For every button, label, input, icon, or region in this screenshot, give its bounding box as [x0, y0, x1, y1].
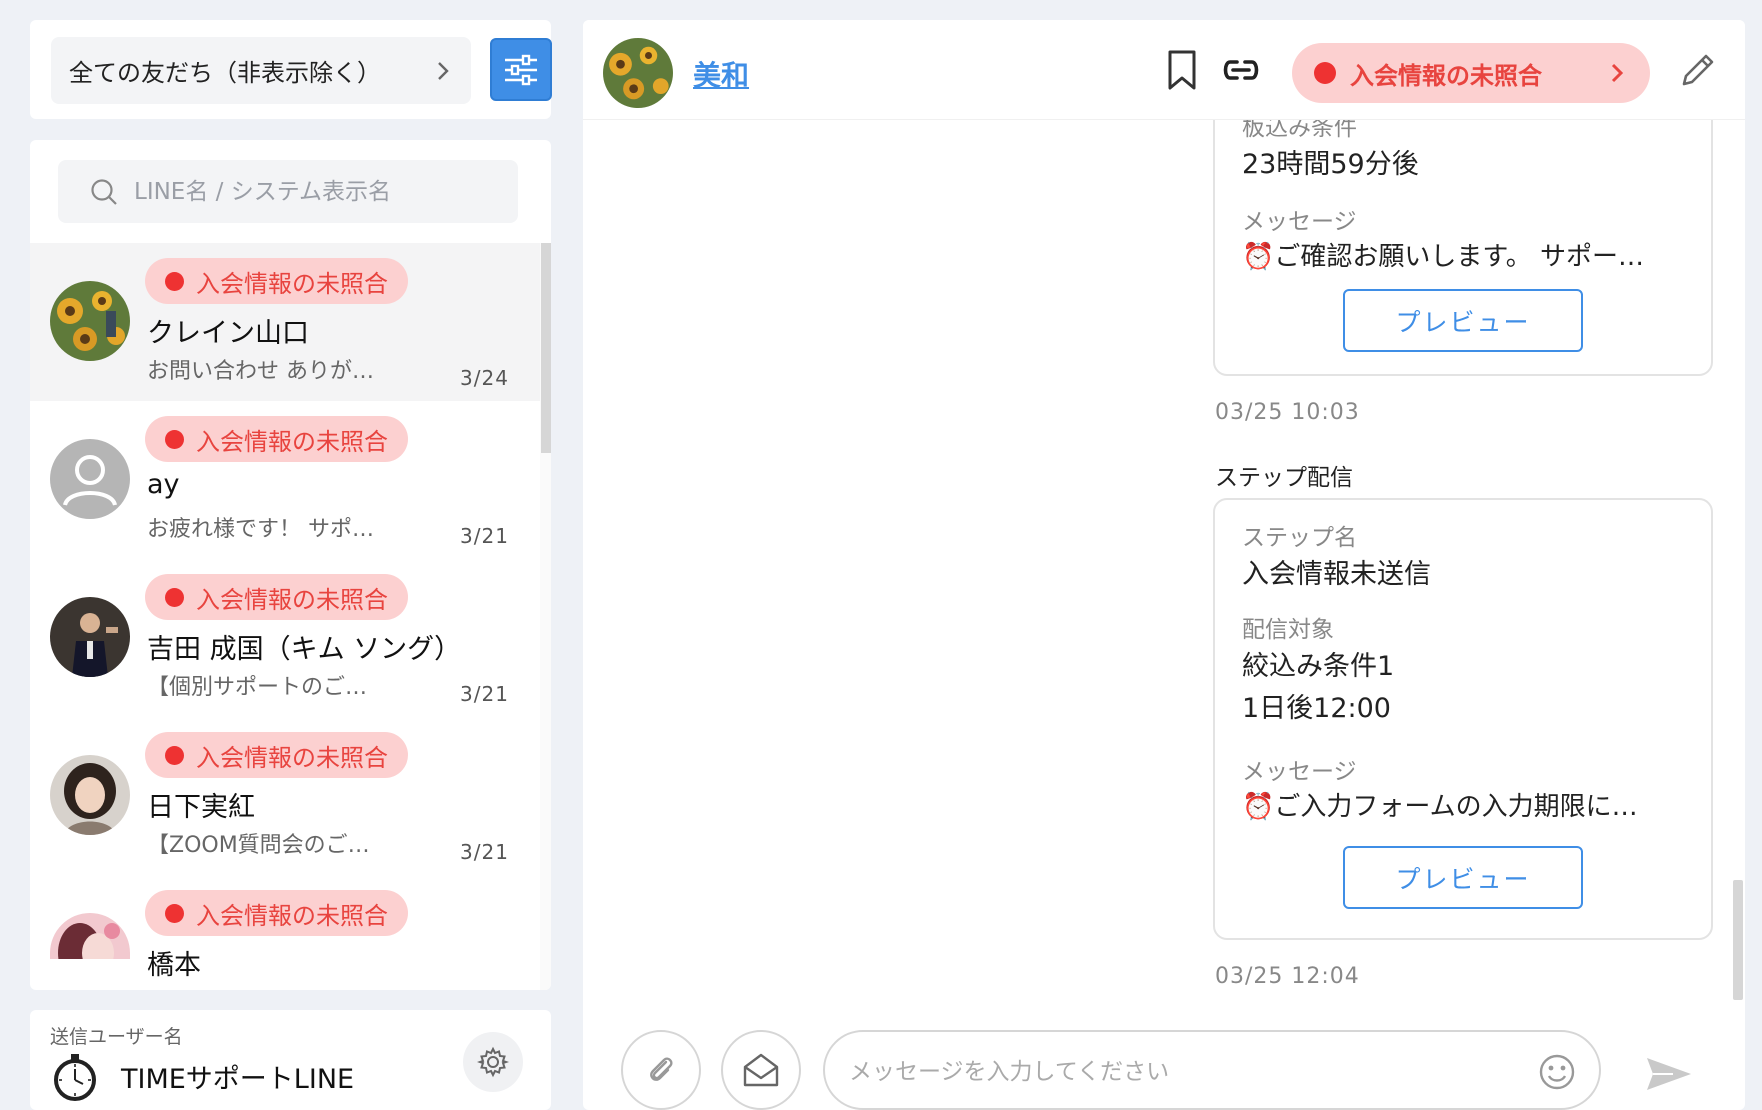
friend-date: 3/21	[460, 524, 509, 548]
status-badge: 入会情報の未照合	[145, 890, 408, 936]
friend-item[interactable]: 入会情報の未照合 ay お疲れ様です！ サポ… 3/21	[30, 401, 540, 559]
friend-name: 橋本	[147, 950, 201, 981]
friend-list-card: 入会情報の未照合 クレイン山口 お問い合わせ ありが… 3/24 入会情報の未照…	[30, 140, 551, 990]
friend-last-message: お疲れ様です！ サポ…	[147, 517, 374, 542]
filter-settings-button[interactable]	[490, 38, 552, 101]
friend-list-scrollbar[interactable]	[540, 243, 551, 990]
timeline-scrollbar[interactable]	[1733, 880, 1743, 1000]
friend-filter-dropdown[interactable]: 全ての友だち（非表示除く）	[51, 37, 471, 104]
send-icon[interactable]	[1643, 1052, 1695, 1096]
badge-label: 入会情報の未照合	[196, 269, 388, 298]
card-label: メッセージ	[1242, 209, 1357, 235]
friend-item[interactable]: 入会情報の未照合 橋本	[30, 875, 540, 990]
status-dot	[165, 903, 184, 923]
status-dot	[165, 429, 184, 449]
chat-panel: 美和 入会情報の未照合 板込み条件 23時間59分後 メッセージ ⏰ご確認お願い…	[583, 20, 1745, 1110]
avatar	[603, 38, 673, 108]
card-label: メッセージ	[1242, 759, 1357, 785]
friend-name: ay	[147, 469, 180, 500]
status-label: 入会情報の未照合	[1350, 61, 1542, 90]
gear-icon	[477, 1046, 509, 1078]
friend-item[interactable]: 入会情報の未照合 吉田 成国（キム ソング） 【個別サポートのご… 3/21	[30, 559, 540, 717]
message-card: 板込み条件 23時間59分後 メッセージ ⏰ご確認お願いします。 サポー… プレ…	[1213, 120, 1713, 376]
search-icon	[91, 178, 117, 205]
friend-date: 3/21	[460, 840, 509, 864]
status-badge: 入会情報の未照合	[145, 574, 408, 620]
sender-name: TIMEサポートLINE	[121, 1064, 355, 1095]
card-value: ⏰ご確認お願いします。 サポー…	[1242, 242, 1645, 272]
friend-item[interactable]: 入会情報の未照合 クレイン山口 お問い合わせ ありが… 3/24	[30, 243, 540, 401]
search-input[interactable]	[134, 178, 494, 205]
card-value: 入会情報未送信	[1242, 559, 1431, 590]
link-icon[interactable]	[1219, 48, 1263, 92]
badge-label: 入会情報の未照合	[196, 743, 388, 772]
sender-settings-button[interactable]	[463, 1032, 523, 1092]
badge-label: 入会情報の未照合	[196, 901, 388, 930]
preview-button[interactable]: プレビュー	[1343, 846, 1583, 909]
message-input-wrapper	[823, 1030, 1601, 1110]
envelope-open-icon	[743, 1053, 779, 1087]
avatar	[50, 913, 130, 959]
sender-card: 送信ユーザー名 TIMEサポートLINE	[30, 1010, 551, 1110]
template-message-button[interactable]	[721, 1030, 801, 1110]
message-input[interactable]	[849, 1052, 1529, 1092]
bookmark-icon[interactable]	[1160, 48, 1204, 92]
default-avatar-icon	[50, 439, 130, 519]
message-timeline: 板込み条件 23時間59分後 メッセージ ⏰ご確認お願いします。 サポー… プレ…	[583, 120, 1745, 1000]
avatar	[50, 755, 130, 835]
friend-list: 入会情報の未照合 クレイン山口 お問い合わせ ありが… 3/24 入会情報の未照…	[30, 243, 540, 990]
card-value: 絞込み条件1	[1242, 651, 1395, 682]
chat-user-name-link[interactable]: 美和	[693, 54, 749, 94]
card-value: ⏰ご入力フォームの入力期限に…	[1242, 792, 1638, 822]
badge-label: 入会情報の未照合	[196, 427, 388, 456]
status-badge: 入会情報の未照合	[145, 732, 408, 778]
status-dot	[165, 587, 184, 607]
stopwatch-icon	[54, 1054, 96, 1101]
status-badge: 入会情報の未照合	[145, 416, 408, 462]
avatar	[50, 281, 130, 361]
friend-name: 吉田 成国（キム ソング）	[147, 634, 462, 665]
friend-name: クレイン山口	[147, 318, 309, 349]
status-dot	[1314, 62, 1336, 84]
card-label: ステップ名	[1242, 525, 1357, 551]
card-value: 23時間59分後	[1242, 149, 1419, 180]
pencil-icon[interactable]	[1676, 50, 1718, 92]
chevron-right-icon	[1611, 63, 1624, 83]
friend-item[interactable]: 入会情報の未照合 日下実紅 【ZOOM質問会のご… 3/21	[30, 717, 540, 875]
badge-label: 入会情報の未照合	[196, 585, 388, 614]
filter-label: 全ての友だち（非表示除く）	[69, 59, 381, 87]
message-timestamp: 03/25 10:03	[1215, 400, 1360, 425]
paperclip-icon	[650, 1057, 673, 1081]
friend-last-message: 【ZOOM質問会のご…	[147, 833, 370, 858]
emoji-icon[interactable]	[1537, 1052, 1577, 1092]
message-card: ステップ名 入会情報未送信 配信対象 絞込み条件1 1日後12:00 メッセージ…	[1213, 498, 1713, 940]
message-composer	[583, 1010, 1745, 1110]
attach-button[interactable]	[621, 1030, 701, 1110]
chat-header: 美和 入会情報の未照合	[583, 20, 1745, 120]
friend-name: 日下実紅	[147, 792, 255, 823]
scrollbar-thumb[interactable]	[541, 243, 551, 453]
status-dot	[165, 271, 184, 291]
card-value: 1日後12:00	[1242, 693, 1391, 724]
search-box	[58, 160, 518, 223]
card-label: 配信対象	[1242, 617, 1334, 643]
avatar	[50, 597, 130, 677]
message-timestamp: 03/25 12:04	[1215, 964, 1360, 989]
card-label: 板込み条件	[1242, 120, 1357, 141]
status-badge: 入会情報の未照合	[145, 258, 408, 304]
sender-label: 送信ユーザー名	[50, 1026, 183, 1048]
friend-date: 3/24	[460, 366, 509, 390]
preview-button[interactable]: プレビュー	[1343, 289, 1583, 352]
membership-status-button[interactable]: 入会情報の未照合	[1292, 43, 1650, 103]
friend-date: 3/21	[460, 682, 509, 706]
friend-last-message: お問い合わせ ありが…	[147, 359, 374, 384]
filter-card: 全ての友だち（非表示除く）	[30, 20, 552, 119]
status-dot	[165, 745, 184, 765]
step-delivery-title: ステップ配信	[1215, 465, 1353, 491]
chevron-right-icon	[438, 62, 449, 80]
sliders-icon	[505, 54, 537, 85]
friend-last-message: 【個別サポートのご…	[147, 675, 368, 700]
